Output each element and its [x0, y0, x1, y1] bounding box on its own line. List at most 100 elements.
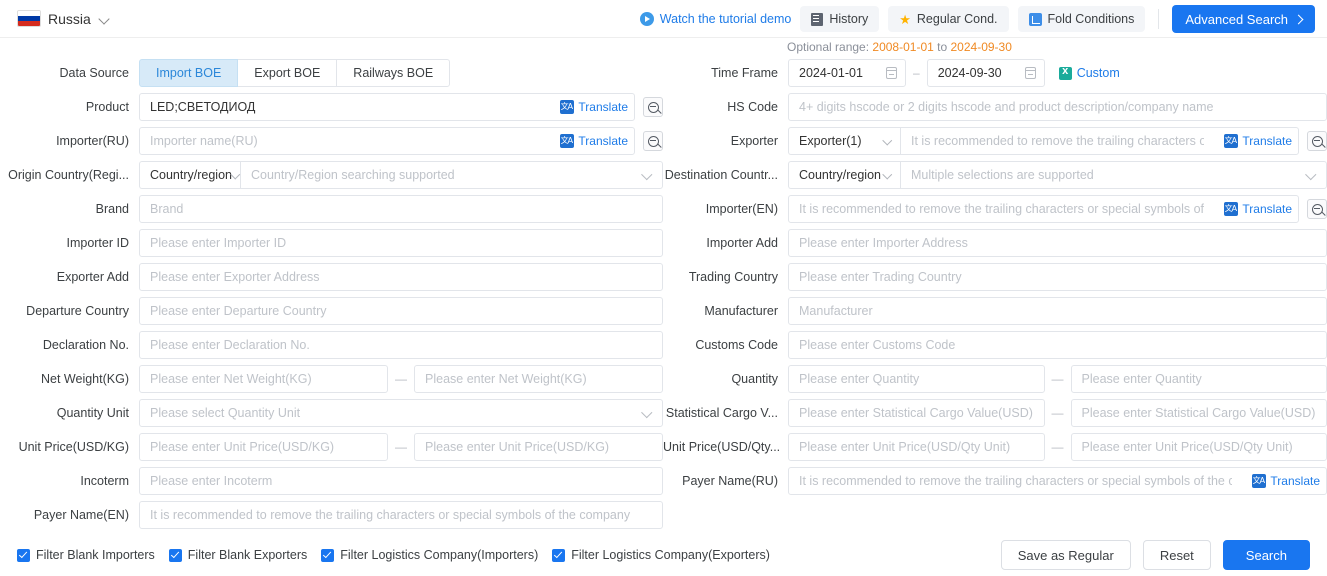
- translate-icon: 文A: [1224, 134, 1239, 148]
- customs-code-input[interactable]: [788, 331, 1327, 359]
- manufacturer-input[interactable]: [788, 297, 1327, 325]
- save-as-regular-button[interactable]: Save as Regular: [1000, 540, 1131, 570]
- payer-name-ru-input[interactable]: [788, 467, 1327, 495]
- field-row-unit-price-qty: Unit Price(USD/Qty... —: [663, 430, 1327, 464]
- translate-icon: 文A: [1224, 202, 1239, 216]
- statistical-cargo-value-to-input[interactable]: [1070, 399, 1327, 427]
- unit-price-qty-to-input[interactable]: [1070, 433, 1327, 461]
- label-unit-price-kg: Unit Price(USD/KG): [18, 440, 129, 454]
- tab-export-boe[interactable]: Export BOE: [237, 59, 338, 87]
- field-row-quantity-unit: Quantity Unit: [0, 396, 663, 430]
- optional-range-start: 2008-01-01: [872, 40, 934, 54]
- footer-actions: Save as Regular Reset Search: [1000, 540, 1310, 570]
- fuzzy-search-product-button[interactable]: [643, 97, 663, 117]
- search-button[interactable]: Search: [1222, 540, 1310, 570]
- destination-country-type-select[interactable]: Country/region: [788, 161, 900, 189]
- magnifier-minus-icon: [647, 135, 659, 147]
- watch-tutorial-link[interactable]: Watch the tutorial demo: [639, 12, 791, 26]
- declaration-no-input[interactable]: [139, 331, 663, 359]
- statistical-cargo-value-from-input[interactable]: [788, 399, 1045, 427]
- time-frame-start-datepicker[interactable]: 2024-01-01: [788, 59, 906, 87]
- label-payer-name-ru: Payer Name(RU): [682, 474, 778, 488]
- label-product: Product: [85, 100, 129, 114]
- translate-icon: 文A: [560, 134, 575, 148]
- regular-conditions-button[interactable]: ★ Regular Cond.: [888, 6, 1009, 32]
- field-row-destination-country: Destination Countr... Country/region: [663, 158, 1327, 192]
- fuzzy-search-importer-en-button[interactable]: [1307, 199, 1327, 219]
- translate-icon: 文A: [1252, 474, 1267, 488]
- checkbox-filter-blank-importers[interactable]: Filter Blank Importers: [17, 548, 155, 562]
- checkbox-label: Filter Logistics Company(Exporters): [571, 548, 770, 562]
- reset-button[interactable]: Reset: [1142, 540, 1211, 570]
- date-range-separator: –: [913, 66, 920, 80]
- departure-country-input[interactable]: [139, 297, 663, 325]
- origin-country-input[interactable]: [240, 161, 663, 189]
- unit-price-qty-from-input[interactable]: [788, 433, 1045, 461]
- translate-label: Translate: [1270, 474, 1320, 488]
- hs-code-input[interactable]: [788, 93, 1327, 121]
- translate-product-button[interactable]: 文A Translate: [556, 100, 628, 114]
- footer-bar: Filter Blank Importers Filter Blank Expo…: [0, 534, 1327, 576]
- label-importer-address: Importer Add: [706, 236, 778, 250]
- field-row-customs-code: Customs Code: [663, 328, 1327, 362]
- unit-price-kg-from-input[interactable]: [139, 433, 388, 461]
- brand-input[interactable]: [139, 195, 663, 223]
- history-button[interactable]: History: [800, 6, 880, 32]
- custom-range-button[interactable]: Custom: [1058, 65, 1120, 80]
- advanced-search-button[interactable]: Advanced Search: [1172, 5, 1315, 33]
- field-row-incoterm: Incoterm: [0, 464, 663, 498]
- magnifier-minus-icon: [1311, 135, 1323, 147]
- label-importer-id: Importer ID: [66, 236, 129, 250]
- chevron-right-icon: [1293, 14, 1304, 24]
- incoterm-input[interactable]: [139, 467, 663, 495]
- fuzzy-search-exporter-button[interactable]: [1307, 131, 1327, 151]
- label-quantity: Quantity: [731, 372, 778, 386]
- importer-address-input[interactable]: [788, 229, 1327, 257]
- range-separator: —: [395, 372, 407, 386]
- tab-import-boe[interactable]: Import BOE: [139, 59, 239, 87]
- translate-payer-name-ru-button[interactable]: 文A Translate: [1248, 474, 1320, 488]
- net-weight-to-input[interactable]: [414, 365, 663, 393]
- optional-range-prefix: Optional range:: [787, 40, 870, 54]
- trading-country-input[interactable]: [788, 263, 1327, 291]
- magnifier-minus-icon: [647, 101, 659, 113]
- fold-conditions-button[interactable]: Fold Conditions: [1017, 6, 1146, 32]
- fuzzy-search-importer-ru-button[interactable]: [643, 131, 663, 151]
- checkbox-filter-logistics-exporters[interactable]: Filter Logistics Company(Exporters): [552, 548, 770, 562]
- label-hs-code: HS Code: [727, 100, 778, 114]
- quantity-from-input[interactable]: [788, 365, 1045, 393]
- range-separator: —: [1051, 406, 1064, 420]
- quantity-unit-select[interactable]: [139, 399, 663, 427]
- unit-price-kg-to-input[interactable]: [414, 433, 663, 461]
- field-row-exporter-address: Exporter Add: [0, 260, 663, 294]
- russia-flag-icon: [17, 10, 41, 27]
- checkbox-filter-blank-exporters[interactable]: Filter Blank Exporters: [168, 548, 307, 562]
- translate-importer-en-button[interactable]: 文A Translate: [1220, 202, 1292, 216]
- field-row-importer-address: Importer Add: [663, 226, 1327, 260]
- label-unit-price-qty: Unit Price(USD/Qty...: [663, 440, 781, 454]
- calendar-icon: [885, 67, 898, 79]
- toolbar-divider: [1158, 9, 1160, 29]
- importer-id-input[interactable]: [139, 229, 663, 257]
- label-departure-country: Departure Country: [26, 304, 129, 318]
- translate-importer-ru-button[interactable]: 文A Translate: [556, 134, 628, 148]
- time-frame-end-datepicker[interactable]: 2024-09-30: [926, 59, 1045, 87]
- label-quantity-unit: Quantity Unit: [56, 406, 129, 420]
- tab-railways-boe[interactable]: Railways BOE: [336, 59, 451, 87]
- destination-country-input[interactable]: [900, 161, 1327, 189]
- exporter-type-select[interactable]: Exporter(1): [788, 127, 900, 155]
- payer-name-en-input[interactable]: [139, 501, 663, 529]
- translate-exporter-button[interactable]: 文A Translate: [1220, 134, 1292, 148]
- net-weight-from-input[interactable]: [139, 365, 388, 393]
- checkbox-filter-logistics-importers[interactable]: Filter Logistics Company(Importers): [321, 548, 538, 562]
- exporter-address-input[interactable]: [139, 263, 663, 291]
- country-selector[interactable]: Russia: [17, 10, 110, 27]
- origin-country-type-select[interactable]: Country/region: [139, 161, 240, 189]
- field-row-manufacturer: Manufacturer: [663, 294, 1327, 328]
- field-row-quantity: Quantity —: [663, 362, 1327, 396]
- quantity-to-input[interactable]: [1070, 365, 1327, 393]
- custom-label: Custom: [1076, 66, 1120, 80]
- time-frame-start-value: 2024-01-01: [799, 66, 863, 80]
- label-exporter-address: Exporter Add: [56, 270, 129, 284]
- field-row-importer-id: Importer ID: [0, 226, 663, 260]
